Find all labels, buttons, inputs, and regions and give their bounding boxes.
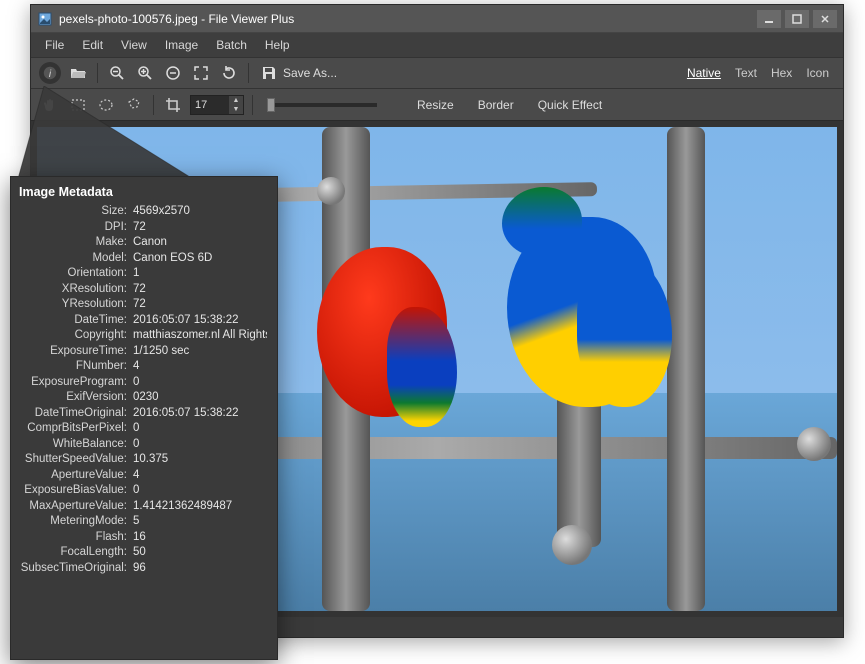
menu-help[interactable]: Help (257, 36, 298, 54)
action-border[interactable]: Border (470, 96, 522, 114)
menu-file[interactable]: File (37, 36, 72, 54)
meta-value: 2016:05:07 15:38:22 (133, 314, 267, 326)
zoom-slider[interactable] (267, 103, 377, 107)
meta-key: ComprBitsPerPixel: (19, 422, 127, 434)
meta-value: 16 (133, 531, 267, 543)
meta-value: 0 (133, 376, 267, 388)
toolbar-separator (97, 63, 98, 83)
marquee-rect-icon[interactable] (67, 94, 89, 116)
meta-value: 72 (133, 283, 267, 295)
metadata-list: Size: 4569x2570 DPI: 72 Make: Canon Model: Cano… (19, 205, 267, 574)
open-folder-icon[interactable] (67, 62, 89, 84)
hand-tool-icon[interactable] (39, 94, 61, 116)
meta-key: WhiteBalance: (19, 438, 127, 450)
meta-key: ExifVersion: (19, 391, 127, 403)
meta-value: 1/1250 sec (133, 345, 267, 357)
action-quick-effect[interactable]: Quick Effect (530, 96, 610, 114)
meta-value: Canon (133, 236, 267, 248)
crop-icon[interactable] (162, 94, 184, 116)
stepper-up-icon[interactable]: ▲ (229, 96, 243, 105)
meta-key: MeteringMode: (19, 515, 127, 527)
toolbar-separator (248, 63, 249, 83)
meta-key: FocalLength: (19, 546, 127, 558)
meta-key: ExposureBiasValue: (19, 484, 127, 496)
toolbar-separator (252, 95, 253, 115)
minimize-button[interactable] (757, 10, 781, 28)
meta-key: ShutterSpeedValue: (19, 453, 127, 465)
zoom-out-icon[interactable] (106, 62, 128, 84)
meta-value: 50 (133, 546, 267, 558)
view-mode-tabs: NativeTextHexIcon (681, 64, 835, 82)
maximize-button[interactable] (785, 10, 809, 28)
lasso-icon[interactable] (123, 94, 145, 116)
menu-view[interactable]: View (113, 36, 155, 54)
meta-key: DateTime: (19, 314, 127, 326)
zoom-reset-icon[interactable] (162, 62, 184, 84)
view-mode-native[interactable]: Native (681, 64, 727, 82)
metadata-heading: Image Metadata (19, 185, 267, 199)
menu-batch[interactable]: Batch (208, 36, 255, 54)
action-resize[interactable]: Resize (409, 96, 462, 114)
marquee-ellipse-icon[interactable] (95, 94, 117, 116)
meta-value: 10.375 (133, 453, 267, 465)
window-title: pexels-photo-100576.jpeg - File Viewer P… (59, 12, 757, 26)
meta-key: Copyright: (19, 329, 127, 341)
menu-edit[interactable]: Edit (74, 36, 111, 54)
zoom-in-icon[interactable] (134, 62, 156, 84)
toolbar-image: ▲ ▼ Resize Border Quick Effect (31, 89, 843, 121)
view-mode-icon[interactable]: Icon (800, 64, 835, 82)
zoom-slider-thumb[interactable] (267, 98, 275, 112)
toolbar-main: i Save As... NativeTextHexIcon (31, 57, 843, 89)
metadata-panel: Image Metadata Size: 4569x2570 DPI: 72 Make:… (10, 176, 278, 660)
meta-value: Canon EOS 6D (133, 252, 267, 264)
view-mode-text[interactable]: Text (729, 64, 763, 82)
view-mode-hex[interactable]: Hex (765, 64, 798, 82)
meta-key: Size: (19, 205, 127, 217)
meta-value: 4 (133, 469, 267, 481)
meta-key: Make: (19, 236, 127, 248)
meta-value: 0230 (133, 391, 267, 403)
meta-key: Flash: (19, 531, 127, 543)
crop-size-stepper[interactable]: ▲ ▼ (190, 95, 244, 115)
meta-key: DateTimeOriginal: (19, 407, 127, 419)
meta-value: 4569x2570 (133, 205, 267, 217)
meta-value: 0 (133, 484, 267, 496)
meta-key: Model: (19, 252, 127, 264)
stepper-down-icon[interactable]: ▼ (229, 105, 243, 114)
meta-key: FNumber: (19, 360, 127, 372)
fullscreen-icon[interactable] (190, 62, 212, 84)
meta-value: 5 (133, 515, 267, 527)
meta-value: 1.41421362489487 (133, 500, 267, 512)
meta-key: ExposureProgram: (19, 376, 127, 388)
meta-value: matthiaszomer.nl All Rights Res (133, 329, 267, 341)
titlebar: pexels-photo-100576.jpeg - File Viewer P… (31, 5, 843, 33)
meta-key: ExposureTime: (19, 345, 127, 357)
meta-value: 72 (133, 298, 267, 310)
app-icon (37, 11, 53, 27)
menubar: FileEditViewImageBatchHelp (31, 33, 843, 57)
close-button[interactable] (813, 10, 837, 28)
toolbar-separator (153, 95, 154, 115)
meta-key: YResolution: (19, 298, 127, 310)
meta-key: DPI: (19, 221, 127, 233)
meta-key: ApertureValue: (19, 469, 127, 481)
meta-key: Orientation: (19, 267, 127, 279)
meta-key: SubsecTimeOriginal: (19, 562, 127, 574)
info-icon[interactable]: i (39, 62, 61, 84)
meta-value: 1 (133, 267, 267, 279)
meta-value: 72 (133, 221, 267, 233)
meta-value: 0 (133, 422, 267, 434)
meta-value: 96 (133, 562, 267, 574)
meta-value: 2016:05:07 15:38:22 (133, 407, 267, 419)
rotate-icon[interactable] (218, 62, 240, 84)
menu-image[interactable]: Image (157, 36, 206, 54)
meta-key: MaxApertureValue: (19, 500, 127, 512)
window-controls (757, 10, 837, 28)
save-as-button[interactable]: Save As... (257, 63, 341, 83)
meta-key: XResolution: (19, 283, 127, 295)
meta-value: 4 (133, 360, 267, 372)
meta-value: 0 (133, 438, 267, 450)
save-icon (261, 65, 277, 81)
save-as-label: Save As... (283, 66, 337, 80)
